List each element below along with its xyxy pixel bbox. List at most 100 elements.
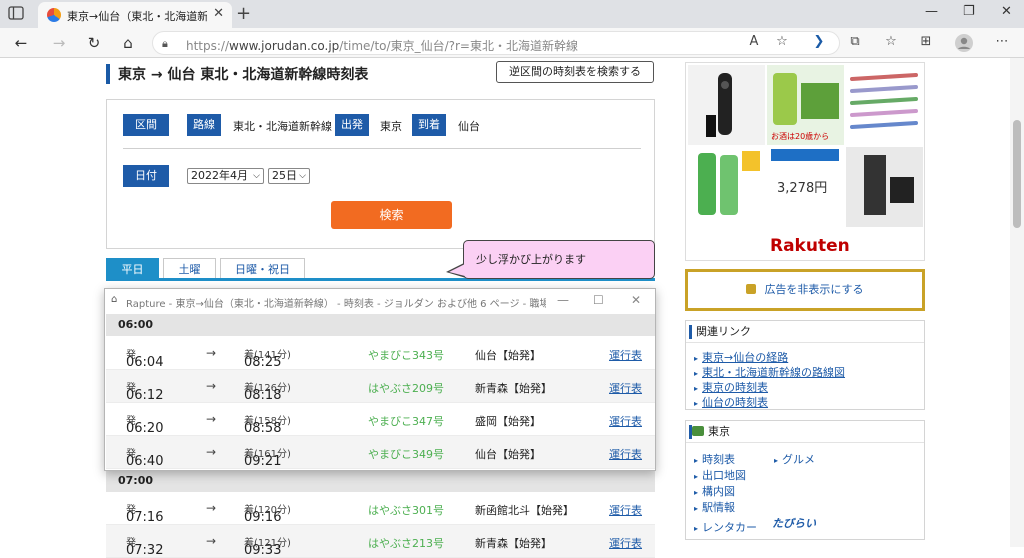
maximize-icon[interactable]: ☐ bbox=[593, 293, 604, 307]
table-row: 06:20 発 → 08:58 着(158分) やまびこ347号 盛岡【始発】 運行… bbox=[106, 403, 655, 436]
station-link-exit-map[interactable]: 出口地図 bbox=[694, 467, 746, 483]
related-link[interactable]: 東京→仙台の経路 bbox=[694, 349, 788, 365]
tab-actions-icon[interactable] bbox=[8, 5, 28, 23]
minimize-icon[interactable]: — bbox=[925, 4, 938, 19]
page-scrollbar[interactable] bbox=[1010, 58, 1024, 547]
address-bar[interactable]: 🔒︎ https://www.jorudan.co.jp/time/to/東京_… bbox=[152, 31, 840, 55]
forward-icon[interactable]: → bbox=[48, 32, 70, 54]
favorites-icon[interactable]: ☆ bbox=[881, 34, 901, 49]
station-link-rental-car[interactable]: レンタカー bbox=[694, 519, 757, 535]
schedule-link[interactable]: 運行表 bbox=[609, 446, 642, 462]
ad-product-beer[interactable]: お酒は20歳から bbox=[767, 65, 844, 145]
tab-sunday-holiday[interactable]: 日曜・祝日 bbox=[220, 258, 305, 279]
refresh-icon[interactable]: ↻ bbox=[83, 32, 105, 54]
train-name: はやぶさ301号 bbox=[368, 504, 444, 517]
arrive-value: 仙台 bbox=[458, 120, 480, 133]
collections-icon[interactable]: ⊞ bbox=[916, 34, 936, 49]
arrive-label: 到着 bbox=[412, 114, 446, 136]
annotation-callout: 少し浮かび上がります bbox=[463, 240, 655, 279]
date-label: 日付 bbox=[123, 165, 169, 187]
train-name: やまびこ343号 bbox=[368, 349, 444, 362]
station-heading: 東京 bbox=[686, 421, 924, 443]
extension-icon[interactable]: ❯ bbox=[809, 34, 829, 49]
chevron-down-icon: ⌵ bbox=[253, 171, 260, 181]
home-icon: ⌂ bbox=[111, 294, 118, 305]
route-value: 東北・北海道新幹線 bbox=[233, 120, 332, 133]
hour-header-7: 07:00 bbox=[106, 470, 655, 492]
browser-nav-bar: ← → ↻ ⌂ 🔒︎ https://www.jorudan.co.jp/tim… bbox=[0, 28, 1024, 58]
home-icon[interactable]: ⌂ bbox=[117, 32, 139, 54]
station-link-gourmet[interactable]: グルメ bbox=[774, 451, 815, 467]
month-select[interactable]: 2022年4月 ⌵ bbox=[187, 168, 264, 184]
section-label: 区間 bbox=[123, 114, 169, 136]
train-name: やまびこ349号 bbox=[368, 448, 444, 461]
ad-price: 3,278円 bbox=[777, 181, 828, 196]
ad-product-bag[interactable] bbox=[846, 147, 923, 227]
train-destination: 仙台【始発】 bbox=[475, 349, 541, 362]
related-link[interactable]: 仙台の時刻表 bbox=[694, 394, 768, 410]
ad-product-beer-case[interactable] bbox=[688, 147, 765, 227]
page-title: 東京 → 仙台 東北・北海道新幹線時刻表 bbox=[106, 64, 368, 84]
browser-tab-bar: 東京→仙台（東北・北海道新幹線 ✕ + — ❐ ✕ bbox=[0, 0, 1024, 28]
train-icon bbox=[692, 426, 704, 436]
restore-icon[interactable]: ❐ bbox=[963, 4, 975, 19]
close-icon[interactable]: ✕ bbox=[631, 293, 641, 307]
table-row: 06:12 発 → 08:18 着(126分) はやぶさ209号 新青森【始発】 運… bbox=[106, 370, 655, 403]
day-select[interactable]: 25日 ⌵ bbox=[268, 168, 310, 184]
ad-product-price[interactable]: 3,278円 bbox=[767, 147, 844, 227]
table-row: 07:16 発 → 09:16 着(120分) はやぶさ301号 新函館北斗【始発】… bbox=[106, 492, 655, 525]
lock-icon bbox=[746, 284, 757, 294]
minimize-icon[interactable]: — bbox=[557, 293, 569, 307]
related-links-heading: 関連リンク bbox=[686, 321, 924, 343]
station-link-floor-map[interactable]: 構内図 bbox=[694, 483, 735, 499]
table-row: 06:40 発 → 09:21 着(161分) やまびこ349号 仙台【始発】 運行… bbox=[106, 436, 655, 469]
chevron-down-icon: ⌵ bbox=[299, 171, 306, 181]
rapture-title-bar[interactable]: ⌂ Rapture - 東京→仙台（東北・北海道新幹線） - 時刻表 - ジョル… bbox=[105, 289, 655, 312]
table-row: 06:04 発 → 08:25 着(141分) やまびこ343号 仙台【始発】 運行… bbox=[106, 337, 655, 370]
train-destination: 盛岡【始発】 bbox=[475, 415, 541, 428]
schedule-link[interactable]: 運行表 bbox=[609, 502, 642, 518]
browser-tab[interactable]: 東京→仙台（東北・北海道新幹線 ✕ bbox=[38, 2, 232, 28]
advertisement-banner[interactable]: お酒は20歳から 3,278円 bbox=[685, 62, 925, 261]
table-row: 07:32 発 → 09:33 着(121分) はやぶさ213号 新青森【始発】 運… bbox=[106, 525, 655, 558]
related-link[interactable]: 東北・北海道新幹線の路線図 bbox=[694, 364, 845, 380]
depart-label: 出発 bbox=[335, 114, 369, 136]
train-destination: 新青森【始発】 bbox=[475, 537, 552, 550]
rapture-floating-window[interactable]: ⌂ Rapture - 東京→仙台（東北・北海道新幹線） - 時刻表 - ジョル… bbox=[104, 288, 656, 471]
back-icon[interactable]: ← bbox=[10, 32, 32, 54]
more-menu-icon[interactable]: ⋯ bbox=[992, 34, 1012, 49]
ad-product-remote[interactable] bbox=[688, 65, 765, 145]
scrollbar-thumb[interactable] bbox=[1013, 120, 1021, 228]
profile-avatar-icon[interactable] bbox=[954, 34, 974, 56]
tab-saturday[interactable]: 土曜 bbox=[163, 258, 216, 279]
rakuten-logo[interactable]: Rakuten bbox=[770, 236, 850, 256]
tab-close-icon[interactable]: ✕ bbox=[213, 6, 224, 21]
train-destination: 仙台【始発】 bbox=[475, 448, 541, 461]
related-links-box: 関連リンク 東京→仙台の経路 東北・北海道新幹線の路線図 東京の時刻表 仙台の時… bbox=[685, 320, 925, 410]
station-link-timetable[interactable]: 時刻表 bbox=[694, 451, 735, 467]
schedule-link[interactable]: 運行表 bbox=[609, 347, 642, 363]
hide-ad-button[interactable]: 広告を非表示にする bbox=[685, 269, 925, 311]
depart-value: 東京 bbox=[380, 120, 402, 133]
search-button[interactable]: 検索 bbox=[331, 201, 452, 229]
related-link[interactable]: 東京の時刻表 bbox=[694, 379, 768, 395]
tabirai-logo[interactable]: たびらい bbox=[772, 515, 816, 531]
form-divider bbox=[123, 148, 641, 149]
favorite-add-icon[interactable]: ☆ bbox=[772, 34, 792, 49]
train-destination: 新青森【始発】 bbox=[475, 382, 552, 395]
station-link-info[interactable]: 駅情報 bbox=[694, 499, 735, 515]
lock-icon[interactable]: 🔒︎ bbox=[162, 37, 168, 51]
ad-product-pens[interactable] bbox=[846, 65, 923, 145]
url-text: https://www.jorudan.co.jp/time/to/東京_仙台/… bbox=[186, 39, 578, 53]
reverse-search-button[interactable]: 逆区間の時刻表を検索する bbox=[496, 61, 654, 83]
train-name: はやぶさ213号 bbox=[368, 537, 444, 550]
read-aloud-icon[interactable]: A bbox=[744, 34, 764, 49]
schedule-link[interactable]: 運行表 bbox=[609, 380, 642, 396]
tab-weekday[interactable]: 平日 bbox=[106, 258, 159, 279]
schedule-link[interactable]: 運行表 bbox=[609, 535, 642, 551]
schedule-link[interactable]: 運行表 bbox=[609, 413, 642, 429]
window-close-icon[interactable]: ✕ bbox=[1001, 4, 1012, 19]
train-name: はやぶさ209号 bbox=[368, 382, 444, 395]
new-tab-icon[interactable]: + bbox=[236, 3, 251, 24]
puzzle-extensions-icon[interactable]: ⧉ bbox=[845, 34, 865, 49]
